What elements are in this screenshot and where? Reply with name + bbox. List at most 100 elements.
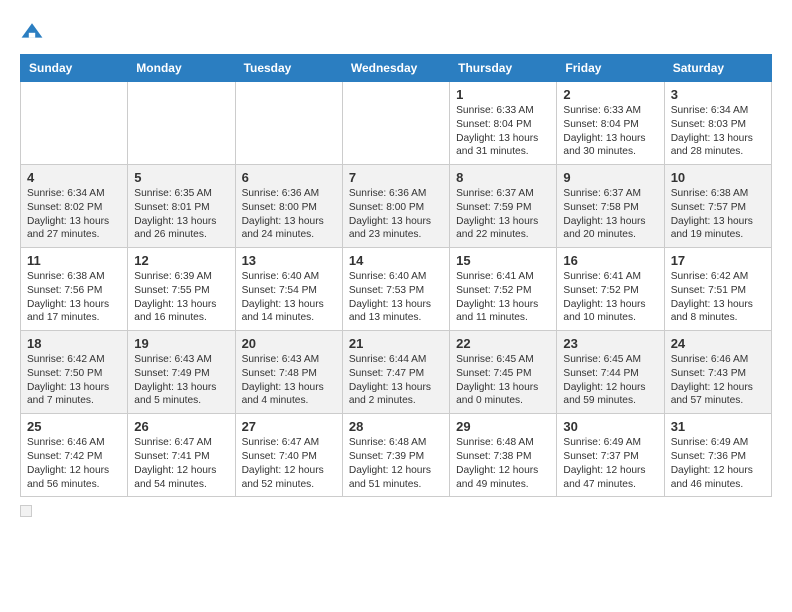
day-info: Sunrise: 6:46 AM Sunset: 7:43 PM Dayligh… xyxy=(671,353,765,408)
calendar-day-cell: 15 Sunrise: 6:41 AM Sunset: 7:52 PM Dayli… xyxy=(450,248,557,331)
day-number: 20 xyxy=(242,336,336,351)
calendar-day-cell: 18 Sunrise: 6:42 AM Sunset: 7:50 PM Dayli… xyxy=(21,331,128,414)
daylight-indicator xyxy=(20,505,32,517)
calendar-day-cell xyxy=(235,82,342,165)
day-info: Sunrise: 6:36 AM Sunset: 8:00 PM Dayligh… xyxy=(349,187,443,242)
day-number: 30 xyxy=(563,419,657,434)
calendar-day-cell xyxy=(21,82,128,165)
calendar-day-cell: 25 Sunrise: 6:46 AM Sunset: 7:42 PM Dayli… xyxy=(21,414,128,497)
day-info: Sunrise: 6:40 AM Sunset: 7:53 PM Dayligh… xyxy=(349,270,443,325)
day-info: Sunrise: 6:41 AM Sunset: 7:52 PM Dayligh… xyxy=(563,270,657,325)
calendar-day-cell: 7 Sunrise: 6:36 AM Sunset: 8:00 PM Daylig… xyxy=(342,165,449,248)
day-info: Sunrise: 6:42 AM Sunset: 7:50 PM Dayligh… xyxy=(27,353,121,408)
calendar-day-cell xyxy=(342,82,449,165)
day-number: 15 xyxy=(456,253,550,268)
day-info: Sunrise: 6:47 AM Sunset: 7:40 PM Dayligh… xyxy=(242,436,336,491)
day-number: 10 xyxy=(671,170,765,185)
day-info: Sunrise: 6:38 AM Sunset: 7:57 PM Dayligh… xyxy=(671,187,765,242)
day-info: Sunrise: 6:33 AM Sunset: 8:04 PM Dayligh… xyxy=(456,104,550,159)
day-info: Sunrise: 6:43 AM Sunset: 7:48 PM Dayligh… xyxy=(242,353,336,408)
day-number: 9 xyxy=(563,170,657,185)
calendar-day-cell: 9Sunrise: 6:37 AM Sunset: 7:58 PM Daylig… xyxy=(557,165,664,248)
day-number: 27 xyxy=(242,419,336,434)
calendar-day-cell: 4 Sunrise: 6:34 AM Sunset: 8:02 PM Daylig… xyxy=(21,165,128,248)
day-info: Sunrise: 6:34 AM Sunset: 8:02 PM Dayligh… xyxy=(27,187,121,242)
day-number: 21 xyxy=(349,336,443,351)
day-info: Sunrise: 6:41 AM Sunset: 7:52 PM Dayligh… xyxy=(456,270,550,325)
calendar-weekday-header: Saturday xyxy=(664,55,771,82)
day-number: 7 xyxy=(349,170,443,185)
calendar-weekday-header: Tuesday xyxy=(235,55,342,82)
day-info: Sunrise: 6:37 AM Sunset: 7:59 PM Dayligh… xyxy=(456,187,550,242)
day-number: 31 xyxy=(671,419,765,434)
calendar-day-cell: 21 Sunrise: 6:44 AM Sunset: 7:47 PM Dayli… xyxy=(342,331,449,414)
logo xyxy=(20,20,46,44)
day-info: Sunrise: 6:42 AM Sunset: 7:51 PM Dayligh… xyxy=(671,270,765,325)
day-info: Sunrise: 6:38 AM Sunset: 7:56 PM Dayligh… xyxy=(27,270,121,325)
calendar-day-cell: 29 Sunrise: 6:48 AM Sunset: 7:38 PM Dayli… xyxy=(450,414,557,497)
calendar-week-row: 1 Sunrise: 6:33 AM Sunset: 8:04 PM Daylig… xyxy=(21,82,772,165)
calendar-day-cell: 19Sunrise: 6:43 AM Sunset: 7:49 PM Dayli… xyxy=(128,331,235,414)
day-number: 2 xyxy=(563,87,657,102)
day-number: 26 xyxy=(134,419,228,434)
calendar-day-cell: 27 Sunrise: 6:47 AM Sunset: 7:40 PM Dayli… xyxy=(235,414,342,497)
calendar-day-cell: 2 Sunrise: 6:33 AM Sunset: 8:04 PM Daylig… xyxy=(557,82,664,165)
day-info: Sunrise: 6:48 AM Sunset: 7:38 PM Dayligh… xyxy=(456,436,550,491)
calendar-day-cell: 17 Sunrise: 6:42 AM Sunset: 7:51 PM Dayli… xyxy=(664,248,771,331)
day-number: 29 xyxy=(456,419,550,434)
day-info: Sunrise: 6:46 AM Sunset: 7:42 PM Dayligh… xyxy=(27,436,121,491)
day-number: 5 xyxy=(134,170,228,185)
day-number: 8 xyxy=(456,170,550,185)
calendar-day-cell: 14 Sunrise: 6:40 AM Sunset: 7:53 PM Dayli… xyxy=(342,248,449,331)
day-number: 25 xyxy=(27,419,121,434)
day-info: Sunrise: 6:39 AM Sunset: 7:55 PM Dayligh… xyxy=(134,270,228,325)
calendar-day-cell: 24 Sunrise: 6:46 AM Sunset: 7:43 PM Dayli… xyxy=(664,331,771,414)
calendar-weekday-header: Monday xyxy=(128,55,235,82)
calendar-day-cell: 20 Sunrise: 6:43 AM Sunset: 7:48 PM Dayli… xyxy=(235,331,342,414)
calendar-table: SundayMondayTuesdayWednesdayThursdayFrid… xyxy=(20,54,772,497)
day-info: Sunrise: 6:45 AM Sunset: 7:45 PM Dayligh… xyxy=(456,353,550,408)
calendar-day-cell: 1 Sunrise: 6:33 AM Sunset: 8:04 PM Daylig… xyxy=(450,82,557,165)
day-info: Sunrise: 6:47 AM Sunset: 7:41 PM Dayligh… xyxy=(134,436,228,491)
day-info: Sunrise: 6:40 AM Sunset: 7:54 PM Dayligh… xyxy=(242,270,336,325)
day-number: 12 xyxy=(134,253,228,268)
calendar-day-cell: 26 Sunrise: 6:47 AM Sunset: 7:41 PM Dayli… xyxy=(128,414,235,497)
day-info: Sunrise: 6:34 AM Sunset: 8:03 PM Dayligh… xyxy=(671,104,765,159)
day-number: 6 xyxy=(242,170,336,185)
calendar-weekday-header: Thursday xyxy=(450,55,557,82)
day-number: 17 xyxy=(671,253,765,268)
calendar-day-cell: 13 Sunrise: 6:40 AM Sunset: 7:54 PM Dayli… xyxy=(235,248,342,331)
calendar-day-cell: 16Sunrise: 6:41 AM Sunset: 7:52 PM Dayli… xyxy=(557,248,664,331)
calendar-day-cell xyxy=(128,82,235,165)
calendar-day-cell: 5 Sunrise: 6:35 AM Sunset: 8:01 PM Daylig… xyxy=(128,165,235,248)
day-info: Sunrise: 6:49 AM Sunset: 7:37 PM Dayligh… xyxy=(563,436,657,491)
day-info: Sunrise: 6:33 AM Sunset: 8:04 PM Dayligh… xyxy=(563,104,657,159)
day-info: Sunrise: 6:35 AM Sunset: 8:01 PM Dayligh… xyxy=(134,187,228,242)
calendar-day-cell: 31Sunrise: 6:49 AM Sunset: 7:36 PM Dayli… xyxy=(664,414,771,497)
page-header xyxy=(20,20,772,44)
calendar-weekday-header: Wednesday xyxy=(342,55,449,82)
calendar-weekday-header: Friday xyxy=(557,55,664,82)
calendar-day-cell: 8 Sunrise: 6:37 AM Sunset: 7:59 PM Daylig… xyxy=(450,165,557,248)
day-number: 13 xyxy=(242,253,336,268)
day-number: 18 xyxy=(27,336,121,351)
day-number: 24 xyxy=(671,336,765,351)
day-number: 11 xyxy=(27,253,121,268)
calendar-week-row: 11 Sunrise: 6:38 AM Sunset: 7:56 PM Dayli… xyxy=(21,248,772,331)
calendar-day-cell: 12 Sunrise: 6:39 AM Sunset: 7:55 PM Dayli… xyxy=(128,248,235,331)
calendar-weekday-header: Sunday xyxy=(21,55,128,82)
calendar-week-row: 4 Sunrise: 6:34 AM Sunset: 8:02 PM Daylig… xyxy=(21,165,772,248)
calendar-week-row: 18 Sunrise: 6:42 AM Sunset: 7:50 PM Dayli… xyxy=(21,331,772,414)
calendar-footer xyxy=(20,505,772,517)
logo-icon xyxy=(20,20,44,44)
day-number: 1 xyxy=(456,87,550,102)
calendar-week-row: 25 Sunrise: 6:46 AM Sunset: 7:42 PM Dayli… xyxy=(21,414,772,497)
calendar-header-row: SundayMondayTuesdayWednesdayThursdayFrid… xyxy=(21,55,772,82)
calendar-day-cell: 28Sunrise: 6:48 AM Sunset: 7:39 PM Dayli… xyxy=(342,414,449,497)
day-info: Sunrise: 6:44 AM Sunset: 7:47 PM Dayligh… xyxy=(349,353,443,408)
calendar-day-cell: 11 Sunrise: 6:38 AM Sunset: 7:56 PM Dayli… xyxy=(21,248,128,331)
day-number: 14 xyxy=(349,253,443,268)
calendar-day-cell: 6Sunrise: 6:36 AM Sunset: 8:00 PM Daylig… xyxy=(235,165,342,248)
day-number: 4 xyxy=(27,170,121,185)
calendar-day-cell: 30 Sunrise: 6:49 AM Sunset: 7:37 PM Dayli… xyxy=(557,414,664,497)
